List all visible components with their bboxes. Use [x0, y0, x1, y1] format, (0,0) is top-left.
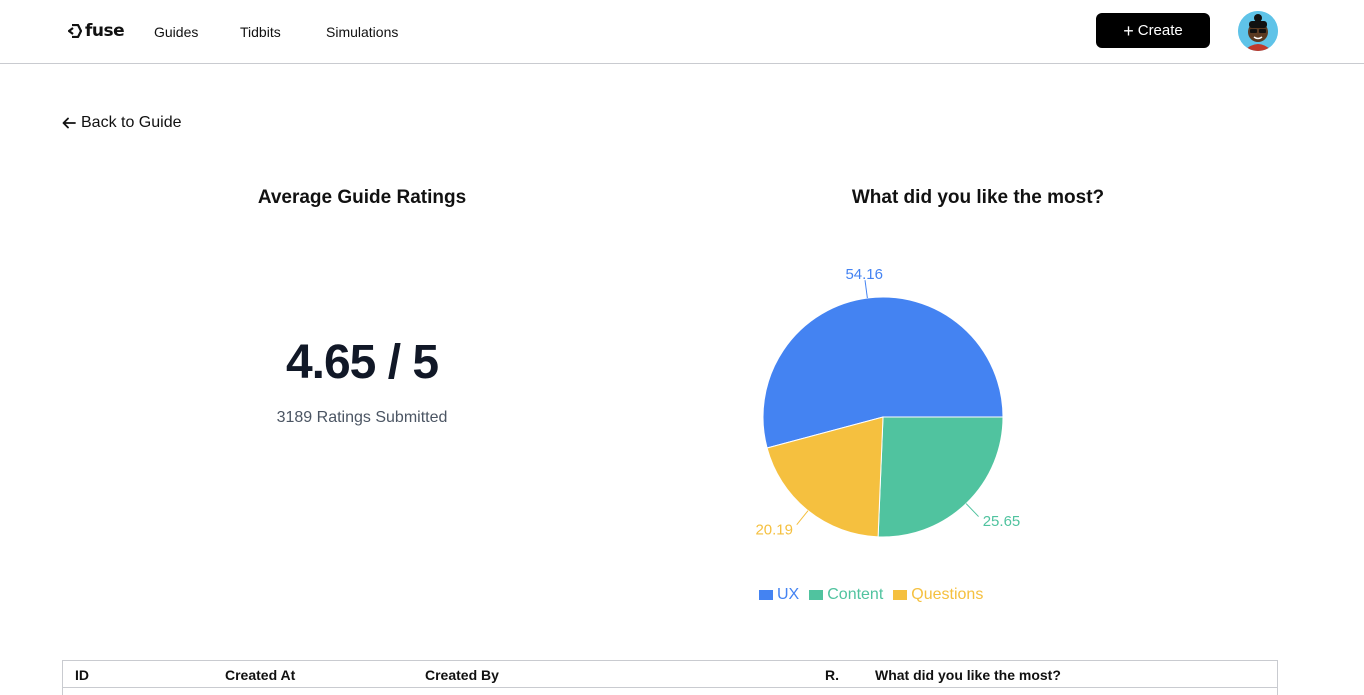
logo-text: fuse	[85, 21, 125, 41]
legend-swatch-ux	[759, 590, 773, 600]
table-header-row: ID Created At Created By R. What did you…	[63, 661, 1277, 688]
legend-swatch-questions	[893, 590, 908, 600]
avatar-illustration-icon	[1238, 11, 1278, 51]
pie-leader-line-content	[965, 503, 979, 517]
column-header-created-by[interactable]: Created By	[425, 667, 499, 683]
create-button-label: Create	[1137, 22, 1183, 39]
plus-icon: +	[1123, 20, 1134, 41]
column-header-id[interactable]: ID	[75, 667, 89, 683]
nav-link-tidbits[interactable]: Tidbits	[240, 24, 281, 40]
pie-value-label-content: 25.65	[983, 513, 1021, 530]
legend-label-questions: Questions	[911, 586, 984, 603]
pie-leader-line-questions	[796, 510, 809, 526]
legend-label-ux: UX	[777, 586, 800, 603]
user-avatar[interactable]	[1238, 11, 1278, 51]
nav-link-guides[interactable]: Guides	[154, 24, 198, 40]
ratings-title: Average Guide Ratings	[257, 187, 467, 208]
pie-legend: UX Content Questions	[759, 586, 993, 604]
column-header-liked-most[interactable]: What did you like the most?	[875, 667, 1061, 683]
back-to-guide-label: Back to Guide	[81, 114, 182, 131]
fuse-logo[interactable]: fuse	[68, 20, 125, 42]
legend-item-content[interactable]: Content	[809, 586, 883, 604]
column-header-rating[interactable]: R.	[825, 667, 839, 683]
top-nav-bar: fuse Guides Tidbits Simulations + Create	[0, 0, 1364, 64]
legend-label-content: Content	[827, 586, 884, 603]
column-header-created-at[interactable]: Created At	[225, 667, 295, 683]
ratings-submitted-count: 3189 Ratings Submitted	[276, 409, 448, 426]
fuse-logo-icon	[68, 24, 82, 38]
arrow-left-icon	[62, 117, 76, 129]
legend-item-questions[interactable]: Questions	[893, 586, 983, 604]
nav-link-simulations[interactable]: Simulations	[326, 24, 398, 40]
legend-item-ux[interactable]: UX	[759, 586, 799, 604]
likes-pie-chart: 54.16 25.65 20.19	[700, 250, 1100, 570]
average-rating-value: 4.65 / 5	[285, 336, 439, 389]
legend-swatch-content	[809, 590, 824, 600]
likes-chart-title: What did you like the most?	[851, 187, 1105, 208]
back-to-guide-link[interactable]: Back to Guide	[62, 114, 182, 132]
pie-value-label-questions: 20.19	[755, 521, 793, 538]
pie-value-label-ux: 54.16	[845, 266, 883, 283]
create-button[interactable]: + Create	[1096, 13, 1210, 48]
ratings-table: ID Created At Created By R. What did you…	[62, 660, 1278, 695]
